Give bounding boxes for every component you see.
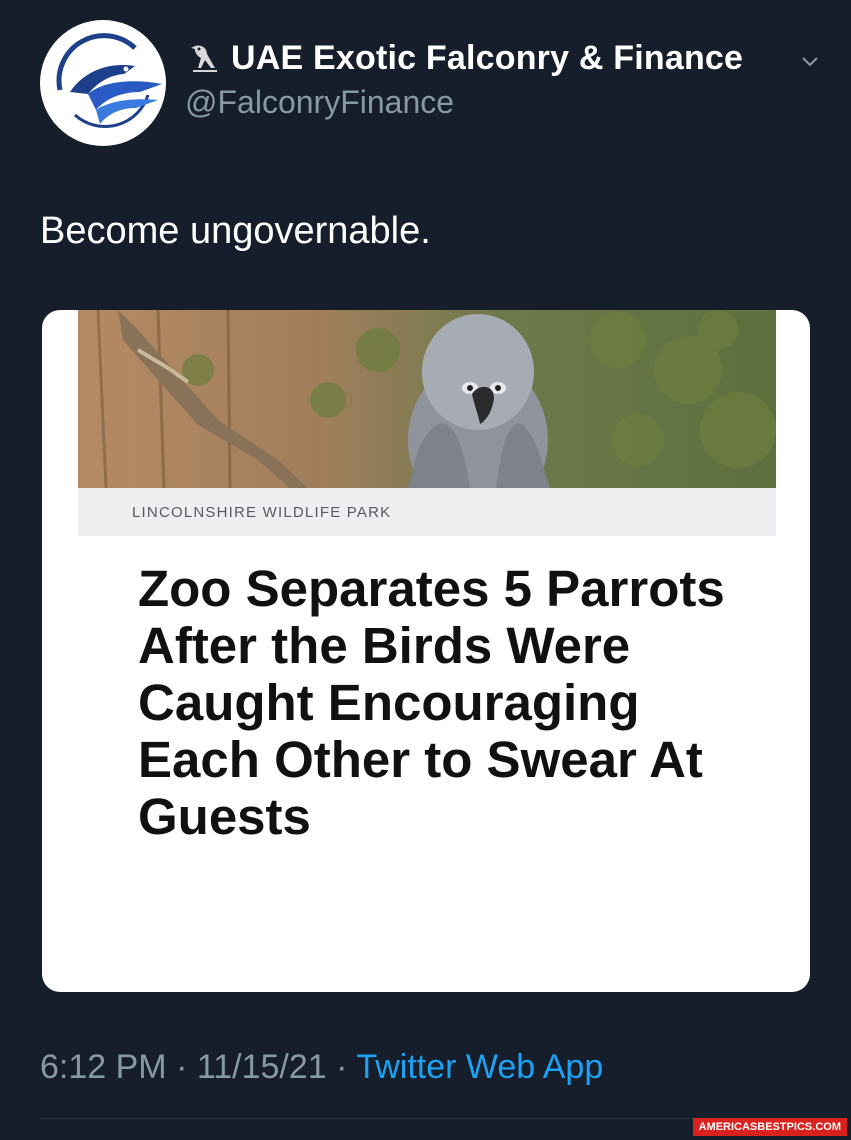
article-source: LINCOLNSHIRE WILDLIFE PARK: [132, 504, 392, 521]
user-handle[interactable]: @FalconryFinance: [185, 84, 454, 121]
display-name[interactable]: UAE Exotic Falconry & Finance: [231, 39, 743, 78]
falcon-logo-icon: [43, 23, 163, 143]
tweet-text: Become ungovernable.: [40, 210, 431, 252]
bird-hieroglyph-icon: [191, 45, 217, 72]
name-row[interactable]: UAE Exotic Falconry & Finance: [185, 38, 743, 78]
meta-separator: ·: [176, 1048, 188, 1086]
tweet-header: UAE Exotic Falconry & Finance @FalconryF…: [40, 20, 830, 150]
watermark: AMERICASBESTPICS.COM: [692, 1118, 847, 1136]
article-headline[interactable]: Zoo Separates 5 Parrots After the Birds …: [138, 560, 758, 845]
tweet-meta: 6:12 PM · 11/15/21 · Twitter Web App: [40, 1048, 603, 1087]
avatar[interactable]: [40, 20, 166, 146]
parrot-photo: [78, 310, 776, 488]
source-app-link[interactable]: Twitter Web App: [356, 1048, 603, 1086]
chevron-down-icon[interactable]: [798, 50, 822, 74]
tweet-time[interactable]: 6:12 PM: [40, 1048, 167, 1086]
tweet-date[interactable]: 11/15/21: [197, 1048, 327, 1086]
meta-separator: ·: [336, 1048, 348, 1086]
article-card[interactable]: LINCOLNSHIRE WILDLIFE PARK Zoo Separates…: [42, 310, 810, 992]
source-bar: LINCOLNSHIRE WILDLIFE PARK: [78, 488, 776, 536]
